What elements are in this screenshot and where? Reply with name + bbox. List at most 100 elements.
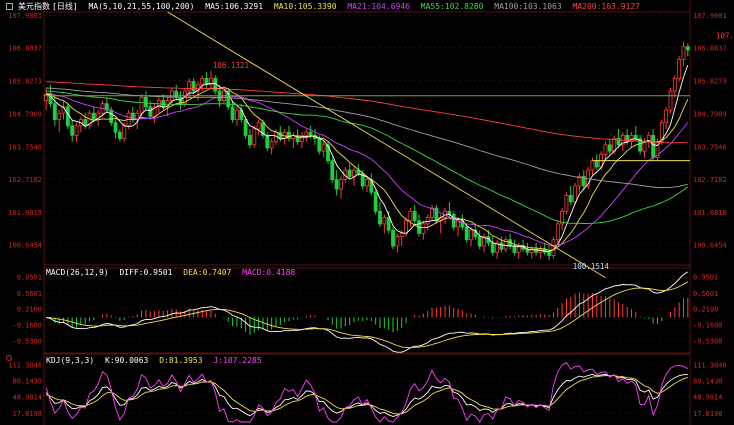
symbol-label: 美元指数 — [18, 2, 50, 11]
ma21-value: MA21:104.6946 — [347, 2, 410, 11]
candle-body — [555, 223, 560, 241]
candle-body — [143, 96, 148, 108]
candle-body — [248, 134, 252, 146]
macd-panel — [46, 271, 689, 353]
candle-body — [568, 195, 573, 203]
candle-body — [187, 81, 192, 92]
price-tick-label-right: 100.6454 — [693, 242, 727, 250]
price-tick-label-right: 106.8837 — [693, 44, 727, 52]
candle-body — [252, 128, 257, 146]
price-tick-label-right: 104.7909 — [693, 110, 727, 118]
candle-body — [573, 185, 578, 203]
k-line — [45, 373, 688, 417]
macd-tick-label-left: 0.9501 — [17, 273, 42, 281]
price-tick-label-right: 105.8273 — [693, 78, 727, 86]
candle-body — [70, 125, 75, 136]
ma100-value: MA100:103.1063 — [494, 2, 562, 11]
j-line — [45, 361, 689, 423]
candle-body — [65, 106, 70, 127]
candle-body — [269, 141, 274, 149]
k-value: K:90.0063 — [105, 356, 149, 365]
candle-body — [512, 245, 517, 253]
price-tick-label-right: 102.7182 — [693, 176, 727, 184]
candle-body — [256, 122, 261, 130]
candle-body — [469, 229, 473, 241]
candle-body — [122, 125, 127, 139]
macd-tick-label-right: -0.1600 — [693, 321, 723, 329]
macd-title: MACD(26,12,9) — [46, 268, 109, 277]
candle-body — [339, 179, 343, 190]
price-tick-label-right: 101.6818 — [693, 209, 727, 217]
macd-tick-label-right: -0.5300 — [693, 337, 723, 345]
candle-body — [425, 217, 430, 225]
kdj-tick-label-left: 48.9814 — [12, 394, 42, 402]
price-tick-label-left: 105.8273 — [8, 78, 42, 86]
dea-value: DEA:0.7407 — [183, 268, 232, 277]
candle-body — [304, 131, 309, 136]
ma10-value: MA10:105.3390 — [273, 2, 337, 11]
candle-body — [603, 144, 608, 155]
candle-body — [451, 213, 456, 228]
price-tick-label-left: 103.7546 — [8, 143, 42, 151]
candle-body — [386, 217, 391, 231]
ma55-value: MA55:102.8280 — [420, 2, 484, 11]
macd-legend: MACD(26,12,9) DIFF:0.9501 DEA:0.7407 MAC… — [46, 268, 301, 278]
candle-body — [243, 119, 248, 136]
overlay-lines: 106.1321 100.1514 107.0699 — [44, 11, 734, 279]
candle-body — [139, 96, 144, 114]
candle-body — [677, 59, 682, 79]
macd-tick-label-right: 0.5601 — [693, 290, 718, 298]
kdj-panel — [45, 361, 689, 423]
candle-body — [477, 236, 482, 247]
kdj-tick-label-right: 111.3046 — [693, 361, 727, 369]
kdj-legend: KDJ(9,3,3) K:90.0063 D:81.3953 J:107.228… — [46, 356, 268, 366]
price-annotation: 107.0699 — [716, 31, 734, 40]
candle-body — [408, 210, 413, 222]
candle-body — [616, 138, 621, 146]
candle-body — [117, 131, 122, 139]
candle-body — [83, 119, 88, 127]
kdj-settings-icon[interactable] — [6, 355, 12, 361]
candle-body — [668, 90, 673, 111]
ma5-line — [46, 64, 689, 253]
candle-body — [265, 134, 270, 149]
price-tick-label-left: 107.9001 — [8, 12, 42, 20]
kdj-title: KDJ(9,3,3) — [46, 356, 95, 365]
candle-body — [651, 134, 656, 158]
macd-tick-label-right: 0.9501 — [693, 273, 718, 281]
candle-body — [321, 144, 326, 152]
candle-body — [590, 160, 595, 171]
candle-body — [612, 138, 617, 152]
candle-body — [347, 169, 352, 177]
macd-tick-label-left: 0.2100 — [17, 305, 42, 313]
candle-body — [395, 236, 400, 247]
trend-line — [167, 11, 606, 279]
candle-body — [44, 93, 49, 101]
kdj-tick-label-right: 80.1430 — [693, 378, 723, 386]
candle-body — [490, 242, 495, 253]
diff-line — [46, 271, 689, 353]
candle-body — [91, 112, 96, 120]
price-tick-label-left: 106.8837 — [8, 44, 42, 52]
macd-value: MACD:0.4188 — [242, 268, 296, 277]
candlestick-series — [44, 41, 690, 261]
macd-tick-label-left: 0.5601 — [17, 290, 42, 298]
panel-toggle-icon[interactable] — [6, 3, 13, 10]
candle-body — [672, 78, 677, 92]
candle-body — [412, 210, 417, 222]
candle-body — [421, 223, 426, 234]
candle-body — [317, 138, 322, 152]
candle-body — [52, 103, 57, 120]
ma-title: MA(5,10,21,55,100,200) — [88, 2, 195, 11]
candle-body — [334, 179, 339, 190]
candle-body — [664, 109, 669, 124]
candle-body — [464, 226, 469, 241]
candle-body — [564, 195, 569, 212]
candle-body — [365, 179, 369, 187]
macd-tick-label-left: -0.1600 — [12, 321, 42, 329]
candle-body — [235, 109, 239, 120]
candle-body — [373, 191, 378, 212]
ma5-value: MA5:106.3291 — [205, 2, 264, 11]
candle-body — [447, 210, 452, 215]
candle-body — [404, 220, 408, 234]
